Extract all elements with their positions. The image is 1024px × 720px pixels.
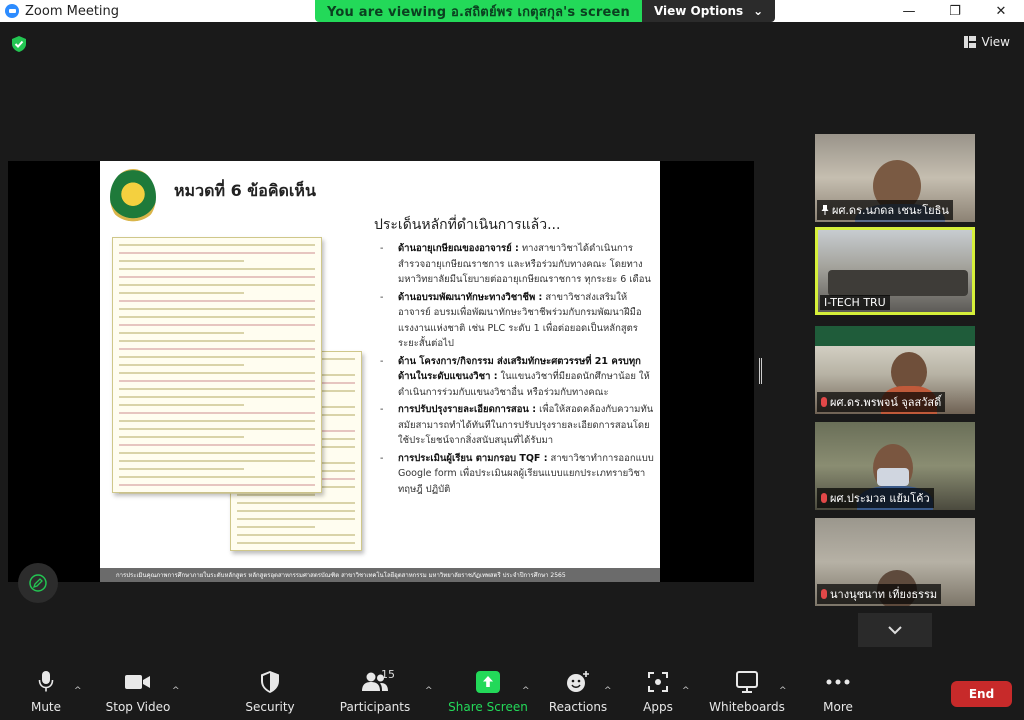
stop-video-button[interactable]: Stop Video ^ bbox=[98, 668, 180, 714]
participants-count: 15 bbox=[381, 668, 395, 681]
shared-screen: หมวดที่ 6 ข้อคิดเห็น ประเด็นหลักที่ดำเนิ… bbox=[8, 161, 754, 582]
participant-tile-active[interactable]: I-TECH TRU bbox=[815, 227, 975, 315]
chevron-up-icon[interactable]: ^ bbox=[604, 686, 612, 696]
meeting-toolbar: Mute ^ Stop Video ^ Security 15 Particip… bbox=[0, 660, 1024, 720]
participant-tile[interactable]: ผศ.ดร.นภดล เชนะโยธิน bbox=[815, 134, 975, 222]
chevron-up-icon[interactable]: ^ bbox=[522, 686, 530, 696]
apps-icon bbox=[648, 672, 668, 692]
whiteboards-button[interactable]: Whiteboards ^ bbox=[707, 668, 787, 714]
more-label: More bbox=[823, 700, 853, 714]
more-dots-icon bbox=[826, 679, 850, 685]
bullet-item: ด้านอบรมพัฒนาทักษะทางวิชาชีพ : สาขาวิชาส… bbox=[378, 290, 654, 352]
participant-name-label: I-TECH TRU bbox=[820, 295, 890, 310]
microphone-icon bbox=[38, 671, 54, 692]
chevron-up-icon[interactable]: ^ bbox=[779, 686, 787, 696]
participant-tile[interactable]: ผศ.ประมวล แย้มโค้ว bbox=[815, 422, 975, 510]
security-shield-icon bbox=[261, 671, 279, 693]
security-label: Security bbox=[245, 700, 295, 714]
virtual-background-banner bbox=[815, 326, 975, 346]
maximize-button[interactable]: ❐ bbox=[932, 0, 978, 22]
whiteboards-label: Whiteboards bbox=[709, 700, 785, 714]
chevron-down-icon: ⌄ bbox=[753, 4, 764, 18]
gallery-resize-handle[interactable] bbox=[759, 358, 762, 384]
shield-check-icon[interactable] bbox=[11, 35, 27, 53]
presentation-slide: หมวดที่ 6 ข้อคิดเห็น ประเด็นหลักที่ดำเนิ… bbox=[100, 161, 660, 582]
stop-video-label: Stop Video bbox=[105, 700, 171, 714]
chevron-up-icon[interactable]: ^ bbox=[682, 686, 690, 696]
muted-mic-icon bbox=[821, 589, 827, 599]
apps-label: Apps bbox=[643, 700, 673, 714]
participant-name-label: ผศ.ประมวล แย้มโค้ว bbox=[817, 488, 934, 508]
view-options-button[interactable]: View Options ⌄ bbox=[641, 0, 776, 22]
window-title: Zoom Meeting bbox=[25, 3, 120, 19]
bullet-item: ด้านอายุเกษียณของอาจารย์ : ทางสาขาวิชาได… bbox=[378, 241, 654, 288]
more-button[interactable]: More bbox=[798, 668, 878, 714]
bullet-item: ด้าน โครงการ/กิจกรรม ส่งเสริมทักษะศตวรรษ… bbox=[378, 354, 654, 401]
reactions-button[interactable]: Reactions ^ bbox=[538, 668, 618, 714]
participant-name-label: ผศ.ดร.พรพจน์ จุลสวัสดิ์ bbox=[817, 392, 946, 412]
end-meeting-button[interactable]: End bbox=[951, 681, 1012, 707]
apps-button[interactable]: Apps ^ bbox=[618, 668, 698, 714]
gallery-scroll-down-button[interactable] bbox=[858, 613, 932, 647]
meeting-room-table bbox=[828, 270, 968, 296]
slide-heading: ประเด็นหลักที่ดำเนินการแล้ว... bbox=[374, 217, 561, 233]
annotate-button[interactable] bbox=[18, 563, 58, 603]
document-image-front bbox=[112, 237, 322, 494]
share-screen-label: Share Screen bbox=[448, 700, 528, 714]
muted-mic-icon bbox=[821, 397, 827, 407]
smiley-plus-icon bbox=[567, 671, 589, 692]
participants-label: Participants bbox=[339, 700, 411, 714]
mute-label: Mute bbox=[30, 700, 62, 714]
pin-icon bbox=[821, 205, 829, 215]
share-screen-button[interactable]: Share Screen ^ bbox=[448, 668, 530, 714]
slide-title: หมวดที่ 6 ข้อคิดเห็น bbox=[174, 181, 316, 200]
participant-tile[interactable]: ผศ.ดร.พรพจน์ จุลสวัสดิ์ bbox=[815, 326, 975, 414]
zoom-logo-icon bbox=[5, 4, 19, 18]
bullet-item: การประเมินผู้เรียน ตามกรอบ TQF : สาขาวิช… bbox=[378, 451, 654, 498]
muted-mic-icon bbox=[821, 493, 827, 503]
video-camera-icon bbox=[125, 675, 150, 689]
face-mask bbox=[877, 468, 909, 486]
chevron-up-icon[interactable]: ^ bbox=[74, 686, 82, 696]
university-emblem-icon bbox=[110, 169, 156, 225]
reactions-label: Reactions bbox=[548, 700, 608, 714]
participant-name-label: นางนุชนาท เที่ยงธรรม bbox=[817, 584, 942, 604]
view-label: View bbox=[981, 35, 1010, 49]
share-screen-icon bbox=[476, 671, 500, 693]
chevron-down-icon bbox=[888, 625, 902, 634]
slide-footer: การประเมินคุณภาพการศึกษาภายในระดับหลักสู… bbox=[100, 568, 660, 582]
grid-view-icon bbox=[963, 36, 976, 48]
security-button[interactable]: Security bbox=[230, 668, 310, 714]
participant-tile[interactable]: นางนุชนาท เที่ยงธรรม bbox=[815, 518, 975, 606]
pencil-icon bbox=[29, 574, 47, 592]
view-options-label: View Options bbox=[653, 4, 744, 18]
participant-name-label: ผศ.ดร.นภดล เชนะโยธิน bbox=[817, 200, 953, 220]
view-button[interactable]: View bbox=[963, 35, 1010, 49]
chevron-up-icon[interactable]: ^ bbox=[425, 686, 433, 696]
chevron-up-icon[interactable]: ^ bbox=[172, 686, 180, 696]
bullet-item: การปรับปรุงรายละเอียดการสอน : เพื่อให้สอ… bbox=[378, 402, 654, 449]
screen-share-banner: You are viewing อ.สถิตย์พร เกตุสกุล's sc… bbox=[315, 0, 776, 22]
slide-bullet-list: ด้านอายุเกษียณของอาจารย์ : ทางสาขาวิชาได… bbox=[378, 241, 654, 499]
viewing-banner-text: You are viewing อ.สถิตย์พร เกตุสกุล's sc… bbox=[315, 0, 642, 22]
participants-button[interactable]: 15 Participants ^ bbox=[335, 668, 433, 714]
close-button[interactable]: ✕ bbox=[978, 0, 1024, 22]
minimize-button[interactable]: — bbox=[886, 0, 932, 22]
mute-button[interactable]: Mute ^ bbox=[6, 668, 86, 714]
window-controls: — ❐ ✕ bbox=[886, 0, 1024, 22]
whiteboard-icon bbox=[736, 671, 758, 693]
